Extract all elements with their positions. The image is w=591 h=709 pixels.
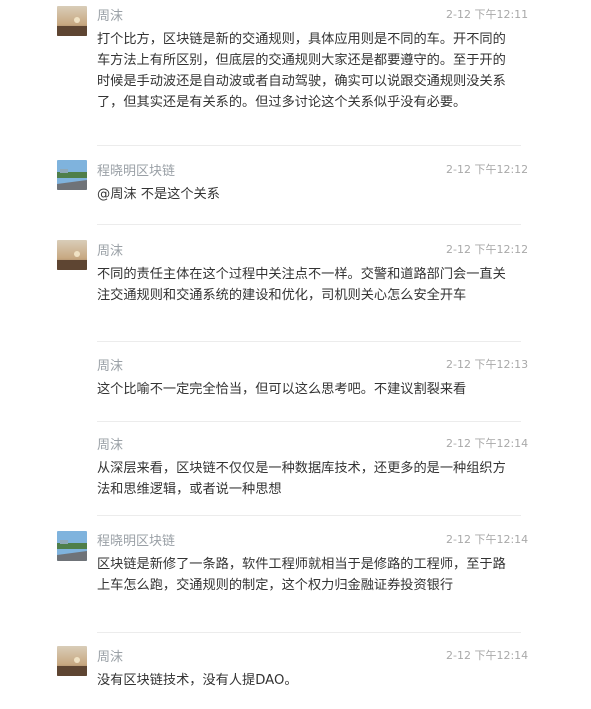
avatar[interactable] — [57, 531, 87, 561]
road-avatar-icon — [57, 531, 87, 561]
avatar[interactable] — [57, 160, 87, 190]
message-text: 区块链是新修了一条路，软件工程师就相当于是修路的工程师，至于路上车怎么跑，交通规… — [97, 557, 506, 593]
avatar[interactable] — [57, 6, 87, 36]
author-name[interactable]: 周沫 — [97, 650, 123, 666]
divider — [97, 145, 521, 146]
road-avatar-icon — [57, 160, 87, 190]
message-text: 从深层来看，区块链不仅仅是一种数据库技术，还更多的是一种组织方法和思维逻辑，或者… — [97, 461, 506, 497]
sunset-avatar-icon — [57, 240, 87, 270]
message-text: 这个比喻不一定完全恰当，但可以这么思考吧。不建议割裂来看 — [97, 382, 467, 397]
message-text: 不同的责任主体在这个过程中关注点不一样。交警和道路部门会一直关注交通规则和交通系… — [97, 267, 506, 303]
message-text: 打个比方，区块链是新的交通规则，具体应用则是不同的车。开不同的车方法上有所区别，… — [97, 32, 506, 110]
author-name[interactable]: 周沫 — [97, 244, 123, 260]
sunset-avatar-icon — [57, 646, 87, 676]
message-text: @周沫 不是这个关系 — [97, 187, 220, 202]
avatar[interactable] — [57, 646, 87, 676]
divider — [97, 224, 521, 225]
author-name[interactable]: 程晓明区块链 — [97, 164, 175, 180]
timestamp: 2-12 下午12:14 — [446, 533, 529, 546]
author-name[interactable]: 周沫 — [97, 9, 123, 25]
timestamp: 2-12 下午12:11 — [446, 8, 529, 21]
divider — [97, 421, 521, 422]
timestamp: 2-12 下午12:14 — [446, 437, 529, 450]
sunset-avatar-icon — [57, 6, 87, 36]
divider — [97, 632, 521, 633]
divider — [97, 515, 521, 516]
timestamp: 2-12 下午12:13 — [446, 358, 529, 371]
avatar[interactable] — [57, 240, 87, 270]
message-text: 没有区块链技术，没有人提DAO。 — [97, 673, 298, 688]
author-name[interactable]: 程晓明区块链 — [97, 534, 175, 550]
timestamp: 2-12 下午12:14 — [446, 649, 529, 662]
author-name[interactable]: 周沫 — [97, 359, 123, 375]
timestamp: 2-12 下午12:12 — [446, 163, 529, 176]
author-name[interactable]: 周沫 — [97, 438, 123, 454]
divider — [97, 341, 521, 342]
timestamp: 2-12 下午12:12 — [446, 243, 529, 256]
